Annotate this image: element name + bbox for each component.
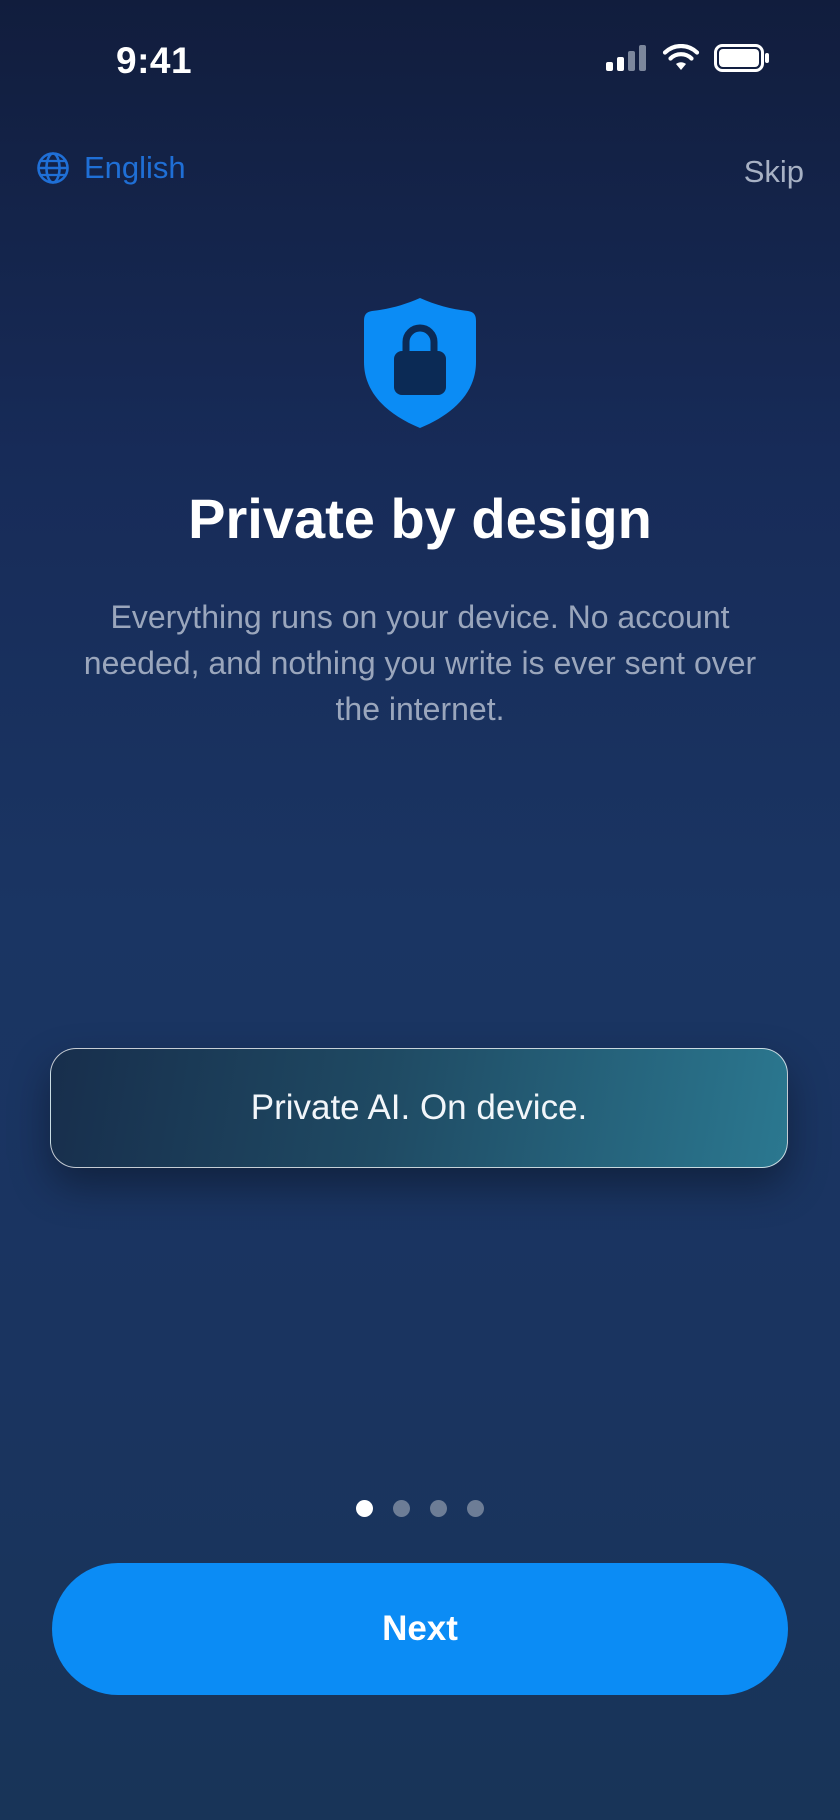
shield-lock-icon [364,298,476,428]
cellular-signal-icon [606,45,646,71]
tagline-card: Private AI. On device. [50,1048,788,1168]
wifi-icon [662,44,700,70]
page-description: Everything runs on your device. No accou… [83,599,757,727]
battery-icon [714,44,769,72]
next-button[interactable]: Next [52,1563,788,1695]
page-title: Private by design [188,487,652,550]
page-dot-2[interactable] [393,1500,410,1517]
language-label: English [84,150,186,185]
globe-icon [37,152,69,184]
skip-button[interactable]: Skip [744,154,804,190]
status-icons [606,44,770,72]
status-time: 9:41 [116,40,193,81]
status-bar: 9:41 [0,0,840,120]
page-indicator [0,1500,840,1517]
page-dot-1[interactable] [356,1500,373,1517]
top-row: English Skip [0,150,840,200]
page-dot-3[interactable] [430,1500,447,1517]
language-button[interactable]: English [36,150,186,186]
page-dot-4[interactable] [467,1500,484,1517]
tagline-text: Private AI. On device. [250,1088,588,1127]
